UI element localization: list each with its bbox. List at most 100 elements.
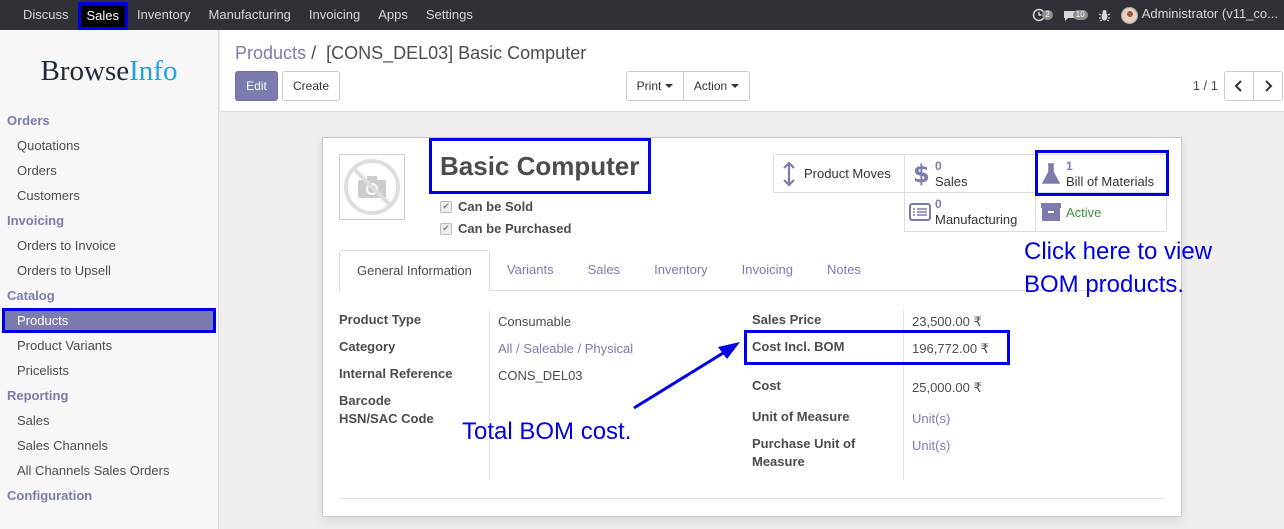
systray: 2 10 Administrator (v11_co...: [1032, 0, 1284, 30]
menu-sales[interactable]: Sales: [77, 1, 129, 30]
sales-price-label: Sales Price: [752, 312, 822, 327]
sidebar-item-products[interactable]: Products: [2, 308, 216, 333]
menu-inventory[interactable]: Inventory: [128, 0, 199, 30]
tab-variants[interactable]: Variants: [490, 250, 571, 291]
list-icon: [905, 203, 935, 221]
company-logo: Browse Info: [0, 30, 218, 108]
tab-inventory[interactable]: Inventory: [637, 250, 724, 291]
menu-discuss[interactable]: Discuss: [14, 0, 78, 30]
sidebar-item-orders-to-upsell[interactable]: Orders to Upsell: [0, 258, 218, 283]
create-button[interactable]: Create: [282, 71, 340, 101]
sales-count: 0: [935, 158, 942, 173]
main-menu: Discuss Sales Inventory Manufacturing In…: [0, 0, 482, 30]
tab-sales[interactable]: Sales: [571, 250, 638, 291]
pager-next-button[interactable]: [1253, 71, 1283, 101]
archive-icon: [1036, 202, 1066, 222]
bom-hint-line1: Click here to view: [1024, 238, 1213, 265]
sidebar-item-all-channels-sales-orders[interactable]: All Channels Sales Orders: [0, 458, 218, 483]
cost-value[interactable]: 25,000.00 ₹: [912, 380, 982, 396]
manufacturing-label: Manufacturing: [935, 212, 1018, 227]
tab-notes[interactable]: Notes: [810, 250, 878, 291]
breadcrumb-separator: /: [311, 43, 317, 63]
sidebar-item-customers[interactable]: Customers: [0, 183, 218, 208]
chevron-down-icon: [665, 84, 674, 88]
sales-price-value[interactable]: 23,500.00 ₹: [912, 314, 982, 330]
tab-invoicing[interactable]: Invoicing: [725, 250, 810, 291]
purchase-uom-label-line1: Purchase Unit of: [752, 436, 856, 451]
avatar: [1120, 6, 1138, 24]
cost-label: Cost: [752, 378, 781, 393]
breadcrumb-current: [CONS_DEL03] Basic Computer: [326, 43, 587, 63]
active-label: Active: [1066, 204, 1102, 220]
menu-invoicing[interactable]: Invoicing: [300, 0, 369, 30]
pager-previous-button[interactable]: [1224, 71, 1254, 101]
can-be-sold-row: ✔ Can be Sold: [440, 199, 533, 214]
sidebar-item-sales-channels[interactable]: Sales Channels: [0, 433, 218, 458]
menu-apps[interactable]: Apps: [369, 0, 417, 30]
sidebar-section-configuration[interactable]: Configuration: [0, 483, 218, 508]
control-panel: Products / [CONS_DEL03] Basic Computer E…: [220, 30, 1284, 112]
can-be-purchased-checkbox[interactable]: ✔: [440, 222, 452, 235]
total-bom-annotation: Total BOM cost.: [462, 418, 632, 445]
unit-of-measure-link[interactable]: Unit(s): [912, 411, 950, 426]
activity-count-badge: 2: [1042, 10, 1053, 20]
user-menu[interactable]: Administrator (v11_co...: [1120, 6, 1278, 24]
bug-icon[interactable]: [1098, 9, 1111, 22]
separator: [339, 498, 1165, 499]
chevron-down-icon: [731, 84, 740, 88]
tab-general-information[interactable]: General Information: [339, 250, 490, 292]
dollar-icon: $: [905, 161, 935, 187]
activity-button[interactable]: 2: [1032, 8, 1053, 22]
sidebar-item-orders-to-invoice[interactable]: Orders to Invoice: [0, 233, 218, 258]
top-navbar: Discuss Sales Inventory Manufacturing In…: [0, 0, 1284, 30]
active-toggle-button[interactable]: Active: [1035, 192, 1167, 232]
sales-label: Sales: [935, 173, 968, 189]
breadcrumb: Products / [CONS_DEL03] Basic Computer: [235, 43, 586, 64]
manufacturing-count: 0: [935, 197, 942, 211]
cost-bom-highlight-box: [744, 330, 1010, 365]
sidebar-item-pricelists[interactable]: Pricelists: [0, 358, 218, 383]
product-type-label: Product Type: [339, 312, 422, 327]
pager-value: 1 / 1: [1192, 78, 1218, 93]
messages-button[interactable]: 10: [1063, 9, 1088, 22]
messages-count-badge: 10: [1072, 10, 1088, 20]
chevron-right-icon: [1265, 80, 1273, 92]
sidebar-section-orders: Orders: [7, 113, 50, 128]
internal-reference-label: Internal Reference: [339, 366, 453, 381]
can-be-sold-checkbox[interactable]: ✔: [440, 200, 452, 213]
menu-settings[interactable]: Settings: [417, 0, 482, 30]
sidebar-item-sales-report[interactable]: Sales: [0, 408, 218, 433]
product-image[interactable]: [339, 154, 405, 220]
sidebar-item-orders[interactable]: Orders: [0, 158, 218, 183]
sidebar-item-quotations[interactable]: Quotations: [0, 133, 218, 158]
arrows-vertical-icon: [774, 160, 804, 187]
hsn-code-label: HSN/SAC Code: [339, 411, 434, 426]
product-moves-button[interactable]: Product Moves: [773, 154, 905, 193]
sidebar-section-catalog: Catalog: [7, 288, 55, 303]
logo-text: Browse: [40, 54, 130, 87]
product-moves-label: Product Moves: [804, 166, 891, 181]
internal-reference-value[interactable]: CONS_DEL03: [498, 368, 583, 383]
edit-button[interactable]: Edit: [235, 71, 278, 101]
manufacturing-smart-button[interactable]: 0 Manufacturing: [904, 192, 1036, 232]
product-name: Basic Computer: [429, 138, 651, 194]
purchase-uom-link[interactable]: Unit(s): [912, 438, 950, 453]
menu-manufacturing[interactable]: Manufacturing: [200, 0, 300, 30]
unit-of-measure-label: Unit of Measure: [752, 409, 850, 424]
svg-text:$: $: [913, 161, 928, 187]
action-dropdown[interactable]: Action: [683, 71, 750, 101]
divider: [489, 310, 490, 480]
chevron-left-icon: [1234, 80, 1242, 92]
bom-highlight-box: [1035, 150, 1169, 196]
sales-smart-button[interactable]: $ 0 Sales: [904, 154, 1036, 193]
category-link[interactable]: All / Saleable / Physical: [498, 341, 633, 356]
print-label: Print: [636, 79, 662, 93]
print-dropdown[interactable]: Print: [626, 71, 684, 101]
bom-hint-line2: BOM products.: [1024, 271, 1185, 298]
sidebar-item-product-variants[interactable]: Product Variants: [0, 333, 218, 358]
product-type-value[interactable]: Consumable: [498, 314, 571, 329]
barcode-label: Barcode: [339, 393, 392, 408]
logo-accent-text: Info: [129, 54, 178, 87]
sidebar-section-invoicing: Invoicing: [7, 213, 65, 228]
breadcrumb-products-link[interactable]: Products: [235, 43, 306, 63]
